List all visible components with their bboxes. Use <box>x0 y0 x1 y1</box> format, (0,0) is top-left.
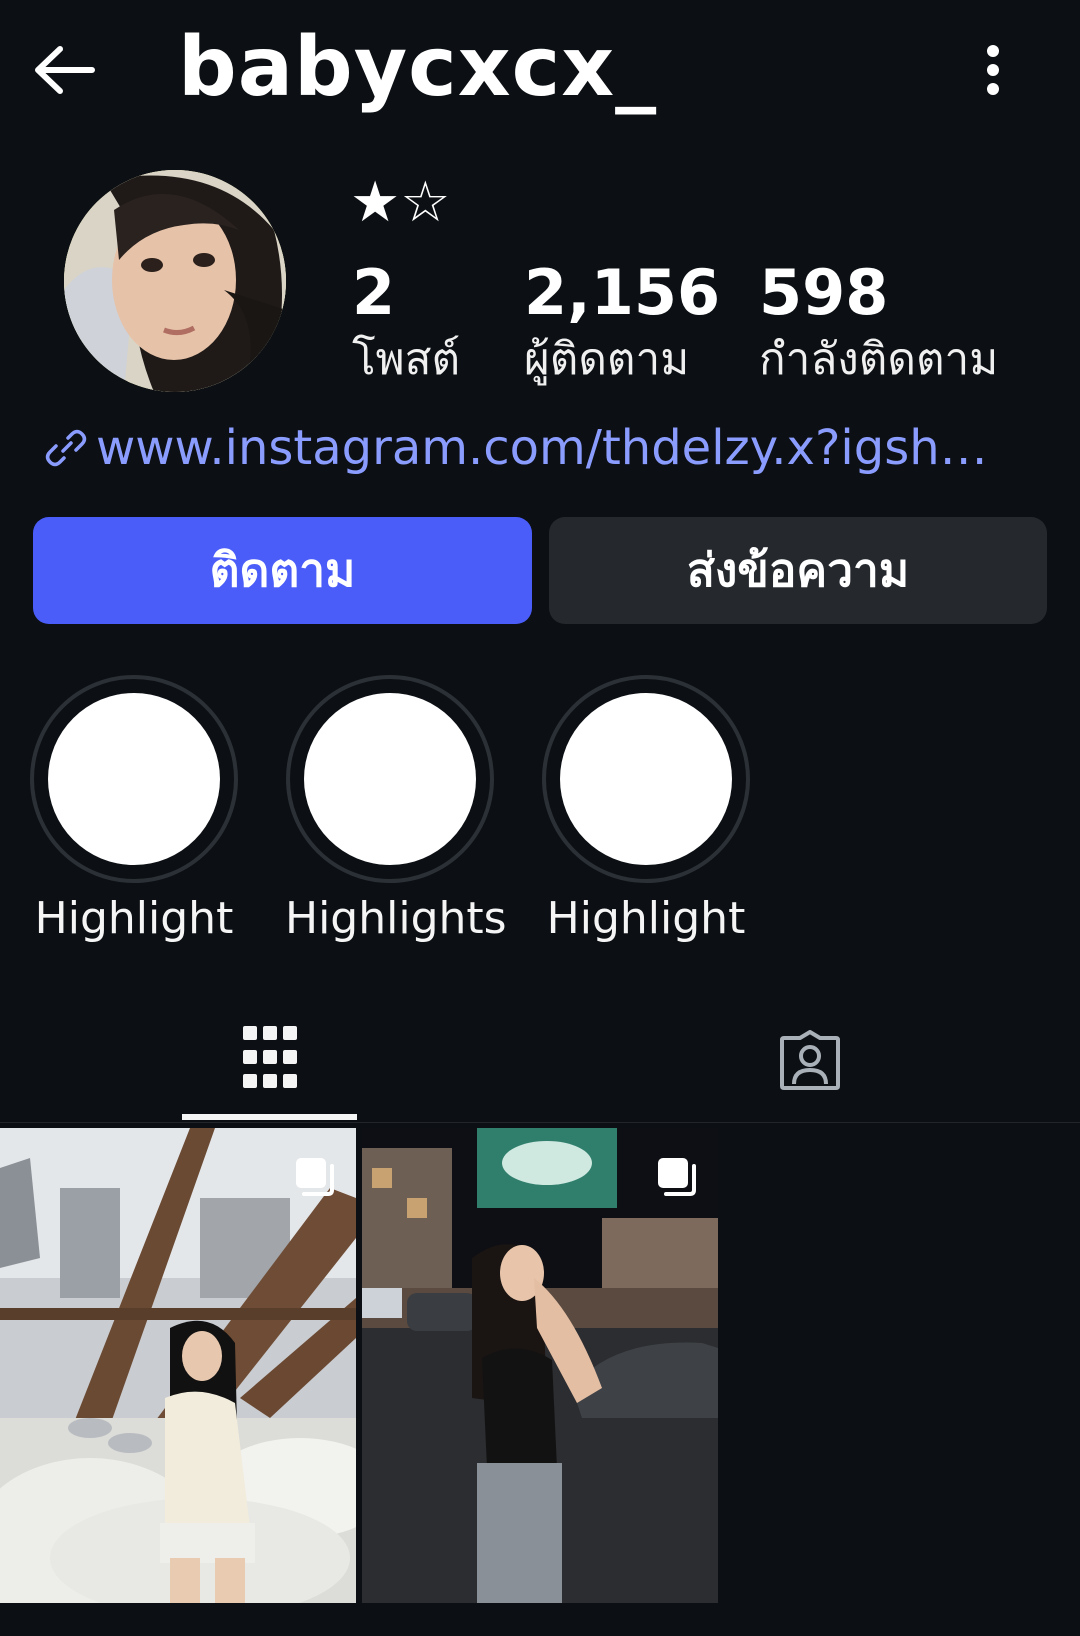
highlight-ring <box>286 675 494 883</box>
more-vertical-icon <box>987 45 999 95</box>
highlight-label: Highlights <box>285 893 507 944</box>
more-options-button[interactable] <box>968 35 1018 105</box>
highlight-item[interactable]: Highlight <box>541 675 751 944</box>
highlight-cover <box>48 693 220 865</box>
grid-icon <box>242 1026 297 1088</box>
stat-followers-label: ผู้ติดตาม <box>524 334 690 385</box>
stat-posts-label: โพสต์ <box>352 334 461 385</box>
highlight-ring <box>30 675 238 883</box>
stat-followers[interactable]: 2,156 ผู้ติดตาม <box>524 258 720 390</box>
message-button[interactable]: ส่งข้อความ <box>549 517 1047 624</box>
highlight-item[interactable]: Highlight <box>29 675 239 944</box>
avatar-photo <box>64 170 286 392</box>
tab-tagged[interactable] <box>722 1000 897 1120</box>
stat-following[interactable]: 598 กำลังติดตาม <box>759 258 998 390</box>
highlight-label: Highlight <box>546 893 746 944</box>
stat-following-label: กำลังติดตาม <box>759 334 999 385</box>
multiple-posts-icon <box>296 1158 334 1196</box>
profile-username: babycxcx_ <box>178 20 658 115</box>
stat-following-value: 598 <box>759 256 889 329</box>
tagged-person-icon <box>779 1030 840 1090</box>
post-thumbnail[interactable] <box>362 1128 718 1603</box>
back-button[interactable] <box>30 35 100 105</box>
multiple-posts-icon <box>658 1158 696 1196</box>
arrow-left-icon <box>35 46 95 94</box>
highlight-cover <box>304 693 476 865</box>
top-bar: babycxcx_ <box>0 0 1080 140</box>
stat-posts-value: 2 <box>352 256 396 329</box>
highlight-label: Highlight <box>34 893 234 944</box>
post-thumbnail[interactable] <box>0 1128 356 1603</box>
highlight-ring <box>542 675 750 883</box>
profile-link[interactable]: www.instagram.com/thdelzy.x?igsh… <box>44 420 1044 490</box>
tab-posts-grid[interactable] <box>182 1000 357 1120</box>
profile-display-name: ★☆ <box>350 170 451 235</box>
link-icon <box>45 429 87 467</box>
highlight-item[interactable]: Highlights <box>285 675 507 944</box>
profile-avatar[interactable] <box>64 170 286 392</box>
stat-followers-value: 2,156 <box>524 256 721 329</box>
stat-posts[interactable]: 2 โพสต์ <box>352 258 460 390</box>
profile-link-text: www.instagram.com/thdelzy.x?igsh… <box>96 420 988 476</box>
follow-button[interactable]: ติดตาม <box>33 517 532 624</box>
profile-tabs <box>0 1000 1080 1123</box>
highlight-cover <box>560 693 732 865</box>
